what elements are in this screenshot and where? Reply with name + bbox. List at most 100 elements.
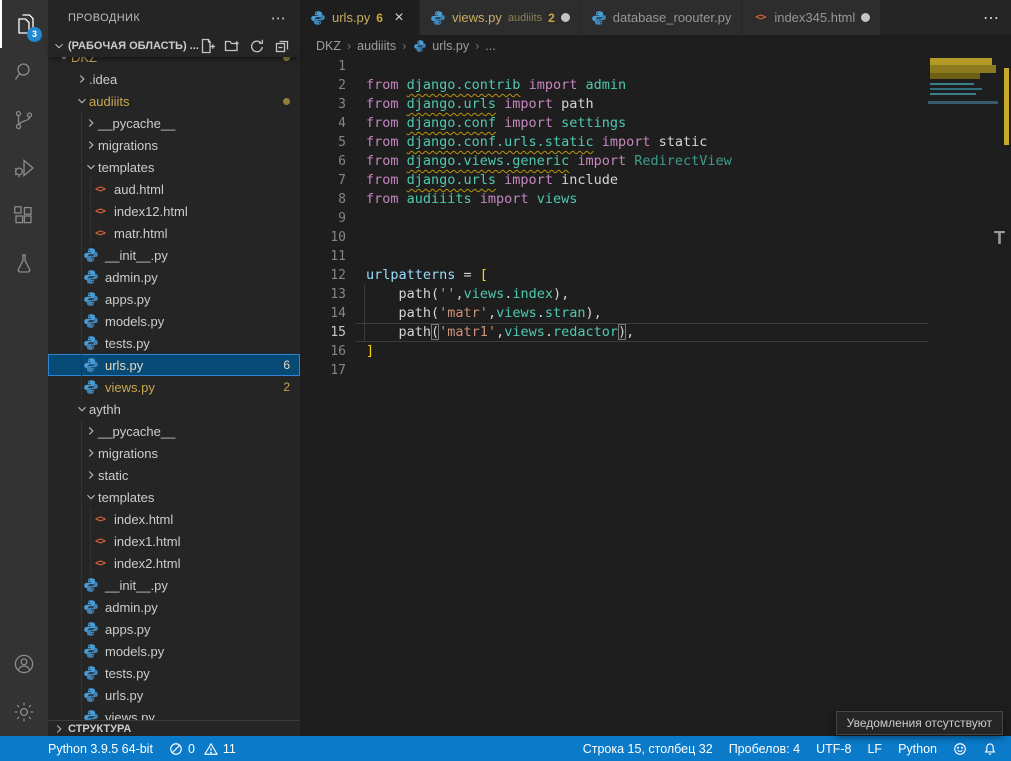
code-token: django.urls	[407, 172, 496, 188]
line-content: from audiiits import views	[366, 190, 577, 209]
tree-file-tests.py[interactable]: tests.py	[48, 662, 300, 684]
code-line-15[interactable]: 15 path('matr1',views.redactor),	[300, 323, 1011, 342]
explorer-collapse-all-icon[interactable]	[274, 38, 290, 54]
line-number: 10	[300, 228, 346, 247]
activity-search-icon[interactable]	[0, 48, 48, 96]
explorer-new-file-icon[interactable]: |	[199, 38, 215, 54]
minimap-current-line	[928, 101, 998, 104]
activity-testing-icon[interactable]	[0, 240, 48, 288]
tree-file-matr.html[interactable]: <>matr.html	[48, 222, 300, 244]
tree-file-index1.html[interactable]: <>index1.html	[48, 530, 300, 552]
tab-description: audiiits	[508, 12, 542, 24]
tree-folder--pycache-[interactable]: __pycache__	[48, 112, 300, 134]
tree-file--init-.py[interactable]: __init__.py	[48, 574, 300, 596]
status-indentation[interactable]: Пробелов: 4	[721, 736, 808, 761]
tree-file-apps.py[interactable]: apps.py	[48, 288, 300, 310]
more-icon[interactable]: ⋯	[983, 8, 999, 28]
tree-indent-guide	[81, 508, 82, 530]
activity-extensions-icon[interactable]	[0, 192, 48, 240]
tree-folder-migrations[interactable]: migrations	[48, 134, 300, 156]
status-eol[interactable]: LF	[859, 736, 890, 761]
code-line-5[interactable]: 5from django.conf.urls.static import sta…	[300, 133, 1011, 152]
code-line-4[interactable]: 4from django.conf import settings	[300, 114, 1011, 133]
tree-file-apps.py[interactable]: apps.py	[48, 618, 300, 640]
tab-urls[interactable]: urls.py6×	[300, 0, 420, 35]
workspace-section-header[interactable]: (РАБОЧАЯ ОБЛАСТЬ) ... |	[48, 35, 300, 57]
status-feedback[interactable]	[945, 736, 975, 761]
breadcrumb-item[interactable]: ...	[485, 39, 495, 53]
status-encoding[interactable]: UTF-8	[808, 736, 859, 761]
tree-file-index.html[interactable]: <>index.html	[48, 508, 300, 530]
breadcrumb-item[interactable]: audiiits	[357, 39, 396, 53]
outline-section-header[interactable]: СТРУКТУРА	[48, 720, 300, 736]
close-icon[interactable]: ×	[389, 8, 409, 28]
breadcrumb-item[interactable]: urls.py	[412, 38, 469, 54]
status-cursor-position[interactable]: Строка 15, столбец 32	[575, 736, 721, 761]
tree-folder-migrations[interactable]: migrations	[48, 442, 300, 464]
code-line-7[interactable]: 7from django.urls import include	[300, 171, 1011, 190]
tree-folder-.idea[interactable]: .idea	[48, 68, 300, 90]
activity-source-control-icon[interactable]	[0, 96, 48, 144]
tree-file-models.py[interactable]: models.py	[48, 310, 300, 332]
code-area[interactable]: 12from django.contrib import admin3from …	[300, 57, 1011, 380]
code-line-8[interactable]: 8from audiiits import views	[300, 190, 1011, 209]
tree-file-models.py[interactable]: models.py	[48, 640, 300, 662]
line-content: from django.urls import path	[366, 95, 594, 114]
tree-file-admin.py[interactable]: admin.py	[48, 596, 300, 618]
status-notifications[interactable]	[975, 736, 1005, 761]
tree-file-urls.py[interactable]: urls.py	[48, 684, 300, 706]
tree-folder-audiiits[interactable]: audiiits	[48, 90, 300, 112]
code-line-9[interactable]: 9	[300, 209, 1011, 228]
code-token: [	[480, 267, 488, 283]
tab-index345[interactable]: <>index345.html	[742, 0, 881, 35]
tab-views[interactable]: views.pyaudiiits2	[420, 0, 581, 35]
tree-file-urls.py[interactable]: urls.py6	[48, 354, 300, 376]
tree-folder-templates[interactable]: templates	[48, 156, 300, 178]
tree-folder--pycache-[interactable]: __pycache__	[48, 420, 300, 442]
code-line-14[interactable]: 14 path('matr',views.stran),	[300, 304, 1011, 323]
tree-folder-aythh[interactable]: aythh	[48, 398, 300, 420]
tree-file-admin.py[interactable]: admin.py	[48, 266, 300, 288]
activity-account-icon[interactable]	[0, 640, 48, 688]
explorer-refresh-icon[interactable]	[249, 38, 265, 54]
code-line-3[interactable]: 3from django.urls import path	[300, 95, 1011, 114]
line-number: 12	[300, 266, 346, 285]
code-line-6[interactable]: 6from django.views.generic import Redire…	[300, 152, 1011, 171]
tab-database[interactable]: database_roouter.py	[581, 0, 743, 35]
status-problems[interactable]: 011	[161, 736, 244, 761]
code-line-11[interactable]: 11	[300, 247, 1011, 266]
tree-folder-DKZ[interactable]: DKZ	[48, 57, 300, 68]
activity-explorer-icon[interactable]: 3	[0, 0, 48, 48]
tree-file-index12.html[interactable]: <>index12.html	[48, 200, 300, 222]
tree-folder-static[interactable]: static	[48, 464, 300, 486]
tree-file-aud.html[interactable]: <>aud.html	[48, 178, 300, 200]
status-language-mode[interactable]: Python	[890, 736, 945, 761]
line-number: 14	[300, 304, 346, 323]
explorer-new-folder-icon[interactable]	[224, 38, 240, 54]
tree-folder-templates[interactable]: templates	[48, 486, 300, 508]
tree-file-views.py[interactable]: views.py	[48, 706, 300, 720]
sidebar-more-icon[interactable]: ⋯	[271, 9, 286, 27]
code-line-16[interactable]: 16]	[300, 342, 1011, 361]
code-line-10[interactable]: 10	[300, 228, 1011, 247]
tree-file--init-.py[interactable]: __init__.py	[48, 244, 300, 266]
editor-actions: ⋯	[969, 0, 1011, 35]
code-line-1[interactable]: 1	[300, 57, 1011, 76]
breadcrumb-item[interactable]: DKZ	[316, 39, 341, 53]
status-interpreter[interactable]: Python 3.9.5 64-bit	[40, 736, 161, 761]
line-number: 6	[300, 152, 346, 171]
code-token: ,	[455, 286, 463, 302]
activity-settings-icon[interactable]	[0, 688, 48, 736]
code-token: audiiits	[407, 191, 472, 207]
code-line-17[interactable]: 17	[300, 361, 1011, 380]
tree-file-views.py[interactable]: views.py2	[48, 376, 300, 398]
code-line-13[interactable]: 13 path('',views.index),	[300, 285, 1011, 304]
tree-file-tests.py[interactable]: tests.py	[48, 332, 300, 354]
tree-file-index2.html[interactable]: <>index2.html	[48, 552, 300, 574]
tab-label: urls.py	[332, 10, 370, 25]
code-line-2[interactable]: 2from django.contrib import admin	[300, 76, 1011, 95]
warning-icon	[204, 742, 218, 756]
activity-run-debug-icon[interactable]	[0, 144, 48, 192]
minimap[interactable]	[928, 57, 998, 187]
code-line-12[interactable]: 12urlpatterns = [	[300, 266, 1011, 285]
